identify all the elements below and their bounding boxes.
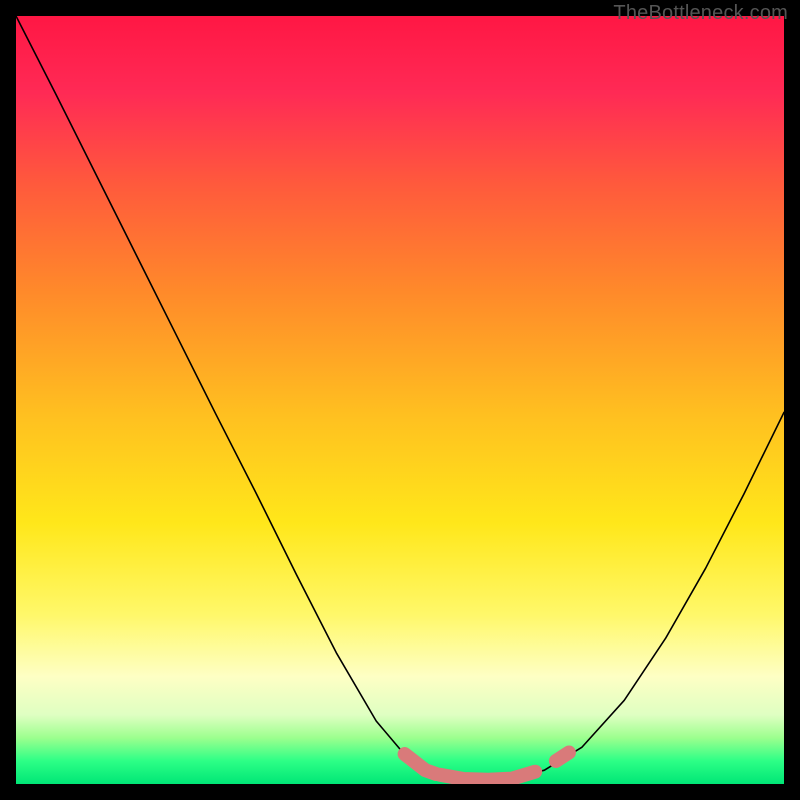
curve-layer [16, 16, 784, 780]
optimal-marker-left [405, 754, 436, 774]
optimal-marker-right [556, 753, 569, 761]
plot-area [16, 16, 784, 784]
optimal-region-markers [405, 753, 569, 780]
attribution-label: TheBottleneck.com [613, 2, 788, 25]
bottleneck-curve [16, 16, 784, 780]
bottleneck-curve-plot [16, 16, 784, 784]
optimal-marker-flat [440, 772, 535, 780]
chart-stage: TheBottleneck.com [0, 0, 800, 800]
